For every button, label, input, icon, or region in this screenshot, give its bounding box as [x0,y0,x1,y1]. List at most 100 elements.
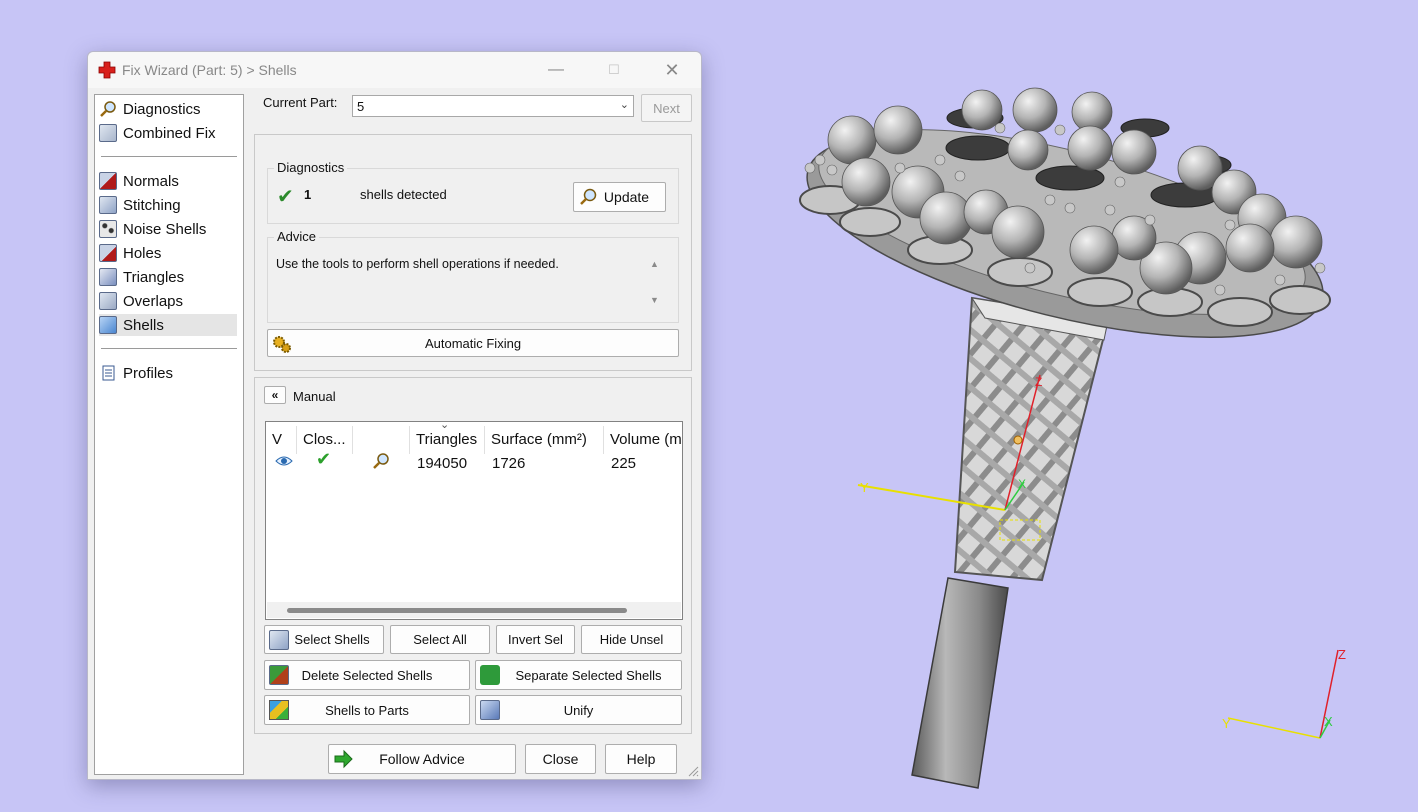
scrollbar-thumb[interactable] [287,608,627,613]
triad-z-label: Z [1338,647,1346,662]
minimize-button[interactable]: — [536,58,576,82]
follow-advice-label: Follow Advice [379,751,465,767]
sidebar-divider [101,156,237,157]
shells-table[interactable]: V Clos... Triangles ⌄ Surface (mm²) Volu… [265,421,683,620]
follow-advice-button[interactable]: Follow Advice [328,744,516,774]
shells-to-parts-icon [269,700,289,720]
magnifier-icon[interactable] [372,452,390,470]
profiles-icon [102,365,115,381]
column-header-inspect[interactable] [353,426,410,454]
red-cross-icon [98,61,116,79]
sidebar: Diagnostics Combined Fix Normals Stitchi… [94,94,244,775]
sidebar-item-label: Triangles [123,268,185,286]
scroll-down-icon[interactable]: ▼ [650,295,659,305]
window-title: Fix Wizard (Part: 5) > Shells [122,62,297,78]
advice-text: Use the tools to perform shell operation… [276,257,559,271]
select-shells-icon [269,630,289,650]
model-axis-x-label: X [1018,477,1026,491]
magnifier-icon [580,188,597,205]
shells-detected-text: shells detected [360,187,447,202]
hide-unselected-button[interactable]: Hide Unsel [581,625,682,654]
scroll-up-icon[interactable]: ▲ [650,259,659,269]
collapse-manual-button[interactable]: « [264,386,286,404]
combined-fix-icon [99,124,117,142]
unify-label: Unify [563,702,594,718]
current-part-label: Current Part: [263,95,338,110]
diagnostics-title: Diagnostics [274,160,348,175]
stitching-icon [99,196,117,214]
automatic-fixing-button[interactable]: Automatic Fixing [267,329,679,357]
shells-to-parts-button[interactable]: Shells to Parts [264,695,470,725]
column-header-surface[interactable]: Surface (mm²) [485,426,604,454]
separate-shells-icon [480,665,500,685]
sidebar-item-label: Stitching [123,196,181,214]
automatic-fixing-label: Automatic Fixing [424,335,522,351]
view-axis-triad: Y Z X [1222,647,1346,739]
sidebar-item-label: Shells [123,316,164,334]
unify-button[interactable]: Unify [475,695,682,725]
unify-icon [480,700,500,720]
cell-surface: 1726 [492,455,526,472]
next-button[interactable]: Next [641,94,692,122]
column-header-volume[interactable]: Volume (m [604,426,682,454]
sidebar-item-diagnostics[interactable]: Diagnostics [99,98,237,120]
cell-triangles: 194050 [417,455,468,472]
fix-wizard-dialog: Fix Wizard (Part: 5) > Shells — ☐ ✕ Diag… [87,51,702,780]
model-axis-y-label: Y [860,480,869,495]
column-header-visible[interactable]: V [266,426,297,454]
select-shells-button[interactable]: Select Shells [264,625,384,654]
separate-selected-shells-label: Separate Selected Shells [515,667,662,683]
cell-volume: 225 [611,455,637,472]
sidebar-divider [101,348,237,349]
advice-title: Advice [274,229,320,244]
delete-shells-icon [269,665,289,685]
eye-icon[interactable] [275,453,293,469]
select-shells-label: Select Shells [294,632,370,647]
sidebar-item-holes[interactable]: Holes [99,242,237,264]
triad-x-label: X [1324,714,1333,729]
sidebar-item-combined-fix[interactable]: Combined Fix [99,122,237,144]
manual-title: Manual [293,389,336,404]
check-icon: ✔ [277,186,294,208]
select-all-button[interactable]: Select All [390,625,490,654]
sidebar-item-label: Normals [123,172,179,190]
magnifier-icon [100,101,116,117]
sidebar-item-label: Holes [123,244,162,262]
sidebar-item-label: Diagnostics [123,100,201,118]
current-part-select[interactable]: 5 ⌄ [352,95,634,117]
invert-selection-button[interactable]: Invert Sel [496,625,575,654]
help-button[interactable]: Help [605,744,677,774]
horizontal-scrollbar[interactable] [267,602,681,618]
triangles-icon [99,268,117,286]
ring-model[interactable] [788,87,1342,789]
update-button[interactable]: Update [573,182,666,212]
delete-selected-shells-label: Delete Selected Shells [301,667,433,683]
sidebar-item-stitching[interactable]: Stitching [99,194,237,216]
title-bar[interactable]: Fix Wizard (Part: 5) > Shells — ☐ ✕ [88,52,701,88]
delete-selected-shells-button[interactable]: Delete Selected Shells [264,660,470,690]
resize-grip-icon[interactable] [687,765,699,777]
ring-lattice [953,296,1110,582]
sidebar-item-overlaps[interactable]: Overlaps [99,290,237,312]
sidebar-item-noise-shells[interactable]: Noise Shells [99,218,237,240]
sidebar-item-profiles[interactable]: Profiles [99,362,237,384]
normals-icon [99,172,117,190]
maximize-button[interactable]: ☐ [594,58,634,82]
shells-to-parts-label: Shells to Parts [325,702,409,718]
sidebar-item-triangles[interactable]: Triangles [99,266,237,288]
sidebar-item-shells[interactable]: Shells [99,314,237,336]
shell-count: 1 [304,187,312,202]
close-button[interactable]: Close [525,744,596,774]
shells-icon [99,316,117,334]
holes-icon [99,244,117,262]
close-window-button[interactable]: ✕ [652,58,692,82]
chevron-down-icon: ⌄ [619,99,629,111]
sidebar-item-label: Combined Fix [123,124,216,142]
ring-shank-band [911,577,1009,789]
sidebar-item-label: Noise Shells [123,220,207,238]
green-arrow-icon [334,749,353,769]
update-button-label: Update [603,189,650,205]
sidebar-item-label: Profiles [123,364,174,382]
sidebar-item-normals[interactable]: Normals [99,170,237,192]
separate-selected-shells-button[interactable]: Separate Selected Shells [475,660,682,690]
